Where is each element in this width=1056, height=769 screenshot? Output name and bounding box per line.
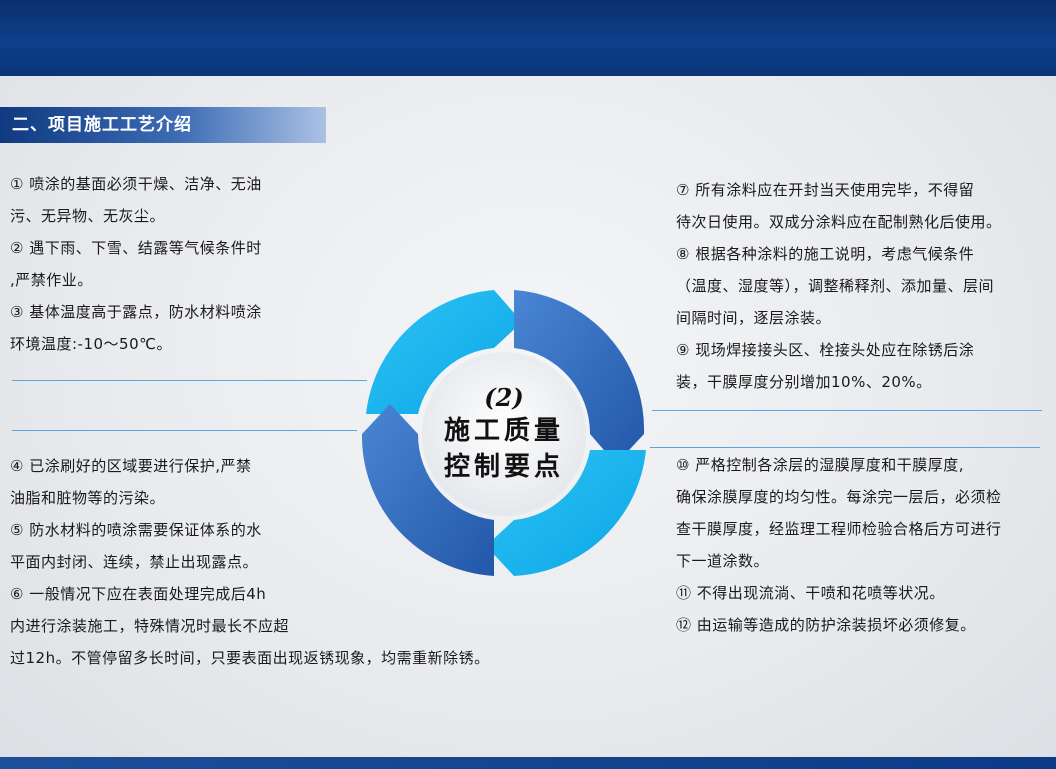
text-line: ⑪ 不得出现流淌、干喷和花喷等状况。 xyxy=(676,584,945,602)
text-line: ① 喷涂的基面必须干燥、洁净、无油 xyxy=(10,175,262,193)
center-number: (2) xyxy=(484,383,524,412)
text-line: ⑨ 现场焊接接头区、栓接头处应在除锈后涂 xyxy=(676,341,975,359)
divider-line xyxy=(12,430,357,431)
divider-line xyxy=(12,380,367,381)
divider-line xyxy=(652,410,1042,411)
text-line: （温度、湿度等），调整稀释剂、添加量、层间 xyxy=(676,277,995,295)
text-line: 环境温度:-10～50℃。 xyxy=(10,335,172,353)
divider-line xyxy=(650,447,1040,448)
center-line-1: 施工质量 xyxy=(443,416,564,446)
text-line: ⑧ 根据各种涂料的施工说明，考虑气候条件 xyxy=(676,245,975,263)
text-line: 装，干膜厚度分别增加10%、20%。 xyxy=(676,373,932,391)
text-line: ⑫ 由运输等造成的防护涂装损坏必须修复。 xyxy=(676,616,976,634)
text-line: 内进行涂装施工，特殊情况时最长不应超 xyxy=(10,617,290,635)
text-line: 确保涂膜厚度的均匀性。每涂完一层后，必须检 xyxy=(676,488,1002,506)
cycle-diagram: (2) 施工质量 控制要点 xyxy=(354,284,654,584)
text-line: 下一道涂数。 xyxy=(676,552,770,570)
text-line: ② 遇下雨、下雪、结露等气候条件时 xyxy=(10,239,262,257)
text-line: 污、无异物、无灰尘。 xyxy=(10,207,166,225)
right-bottom-text: ⑩ 严格控制各涂层的湿膜厚度和干膜厚度, 确保涂膜厚度的均匀性。每涂完一层后，必… xyxy=(676,449,1051,641)
text-line: 过12h。不管停留多长时间，只要表面出现返锈现象，均需重新除锈。 xyxy=(10,649,490,667)
left-top-text: ① 喷涂的基面必须干燥、洁净、无油 污、无异物、无灰尘。 ② 遇下雨、下雪、结露… xyxy=(10,168,340,360)
text-line: ⑩ 严格控制各涂层的湿膜厚度和干膜厚度, xyxy=(676,456,964,474)
text-line: 间隔时间，逐层涂装。 xyxy=(676,309,832,327)
center-label: (2) 施工质量 控制要点 xyxy=(354,284,654,584)
text-line: 查干膜厚度，经监理工程师检验合格后方可进行 xyxy=(676,520,1002,538)
right-top-text: ⑦ 所有涂料应在开封当天使用完毕，不得留 待次日使用。双成分涂料应在配制熟化后使… xyxy=(676,174,1051,398)
center-line-2: 控制要点 xyxy=(443,452,564,482)
header-band xyxy=(0,0,1056,76)
text-line: ③ 基体温度高于露点，防水材料喷涂 xyxy=(10,303,262,321)
footer-band xyxy=(0,757,1056,769)
text-line: ,严禁作业。 xyxy=(10,271,93,289)
section-title: 二、项目施工工艺介绍 xyxy=(0,107,326,143)
text-line: 待次日使用。双成分涂料应在配制熟化后使用。 xyxy=(676,213,1002,231)
text-line: ⑦ 所有涂料应在开封当天使用完毕，不得留 xyxy=(676,181,975,199)
